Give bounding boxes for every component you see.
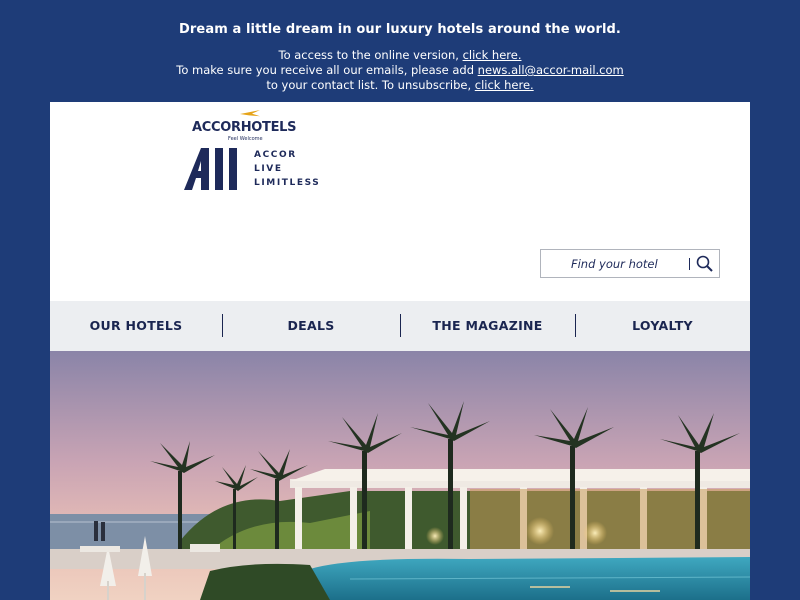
all-logo[interactable]: ACCOR LIVE LIMITLESS bbox=[182, 146, 322, 192]
wing-icon bbox=[240, 110, 260, 117]
unsubscribe-link[interactable]: click here. bbox=[475, 78, 534, 92]
email-preheader: Dream a little dream in our luxury hotel… bbox=[0, 0, 800, 102]
nav-deals[interactable]: DEALS bbox=[222, 301, 400, 351]
add-contact-text: To make sure you receive all our emails,… bbox=[176, 63, 478, 77]
online-version-text: To access to the online version, bbox=[278, 48, 463, 62]
online-version-line: To access to the online version, click h… bbox=[0, 48, 800, 63]
nav-loyalty[interactable]: LOYALTY bbox=[575, 301, 750, 351]
hotel-pool-photo bbox=[50, 351, 750, 600]
search-button[interactable] bbox=[695, 254, 715, 274]
accorhotels-logo[interactable]: ACCORHOTELS Feel Welcome bbox=[192, 110, 312, 146]
all-mark-icon bbox=[184, 148, 237, 190]
nav-our-hotels[interactable]: OUR HOTELS bbox=[50, 301, 222, 351]
find-hotel-input[interactable] bbox=[541, 250, 687, 277]
hero-image[interactable] bbox=[50, 351, 750, 600]
tagline: Dream a little dream in our luxury hotel… bbox=[179, 22, 621, 37]
search-icon bbox=[696, 255, 713, 272]
all-tag-live: LIVE bbox=[254, 164, 283, 174]
search-divider bbox=[689, 258, 690, 270]
unsubscribe-line: to your contact list. To unsubscribe, cl… bbox=[0, 78, 800, 93]
contact-email-link[interactable]: news.all@accor-mail.com bbox=[478, 63, 624, 77]
online-version-link[interactable]: click here. bbox=[463, 48, 522, 62]
nav-the-magazine[interactable]: THE MAGAZINE bbox=[400, 301, 575, 351]
accorhotels-wordmark: ACCORHOTELS bbox=[192, 120, 297, 135]
hotel-search bbox=[540, 249, 720, 278]
email-card: ACCORHOTELS Feel Welcome ACCOR LIVE LIMI… bbox=[50, 102, 750, 600]
main-nav: OUR HOTELS DEALS THE MAGAZINE LOYALTY bbox=[50, 301, 750, 351]
all-tag-limitless: LIMITLESS bbox=[254, 178, 321, 188]
feel-welcome-slogan: Feel Welcome bbox=[228, 136, 263, 142]
add-contact-line: To make sure you receive all our emails,… bbox=[0, 63, 800, 78]
unsubscribe-text: to your contact list. To unsubscribe, bbox=[266, 78, 475, 92]
all-tag-accor: ACCOR bbox=[254, 150, 297, 160]
